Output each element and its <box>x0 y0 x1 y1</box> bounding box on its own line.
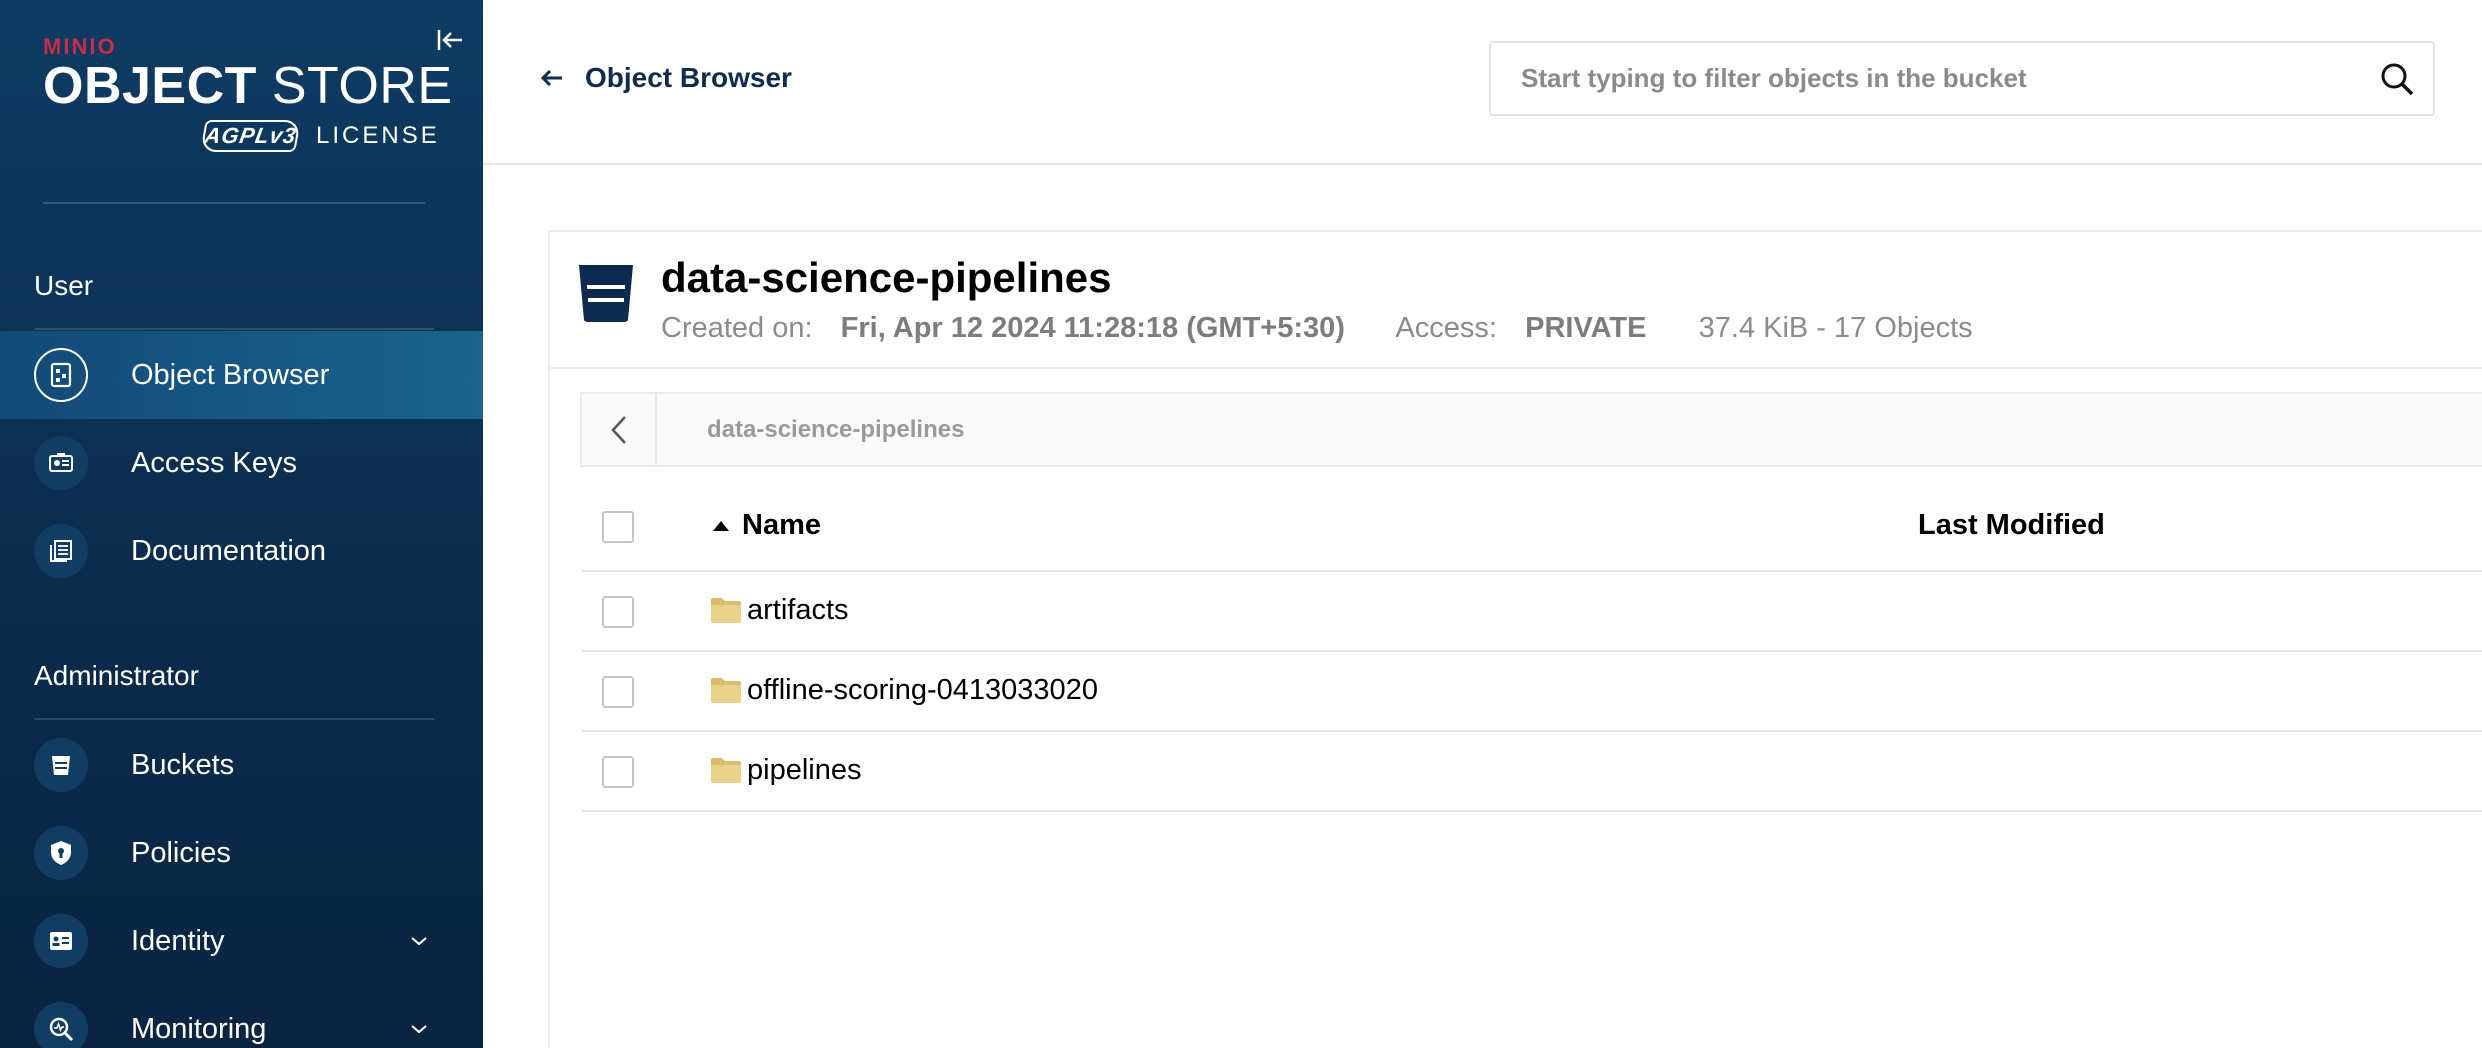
search-bar <box>1489 41 2435 116</box>
sidebar-item-label: Monitoring <box>131 1012 267 1045</box>
sidebar-item-label: Policies <box>131 836 231 869</box>
breadcrumb: data-science-pipelines <box>580 392 2482 467</box>
license-row: AGPLv3 LICENSE <box>200 120 440 152</box>
folder-icon <box>711 758 741 783</box>
section-divider <box>34 328 434 330</box>
page-title: Object Browser <box>585 62 792 93</box>
bucket-meta: Created on: Fri, Apr 12 2024 11:28:18 (G… <box>661 312 1973 345</box>
card-divider <box>550 367 2482 369</box>
page-header: Object Browser <box>483 0 2482 165</box>
access-label: Access: <box>1395 312 1497 344</box>
sidebar-divider <box>43 202 425 204</box>
identity-icon <box>34 914 88 968</box>
sidebar-item-label: Access Keys <box>131 446 297 479</box>
row-checkbox[interactable] <box>602 756 634 788</box>
sort-ascending-icon[interactable] <box>712 519 730 533</box>
collapse-sidebar-icon[interactable] <box>434 24 466 56</box>
column-header-last-modified[interactable]: Last Modified <box>1918 509 2105 542</box>
table-row[interactable]: artifacts <box>582 572 2482 652</box>
access-value: PRIVATE <box>1525 312 1647 344</box>
sidebar: MINIO OBJECT STORE AGPLv3 LICENSE User O… <box>0 0 483 1048</box>
sidebar-item-policies[interactable]: Policies <box>0 809 483 897</box>
policies-icon <box>34 826 88 880</box>
column-header-name[interactable]: Name <box>742 509 821 542</box>
sidebar-item-label: Object Browser <box>131 358 330 391</box>
folder-icon <box>711 598 741 623</box>
row-checkbox[interactable] <box>602 596 634 628</box>
created-value: Fri, Apr 12 2024 11:28:18 (GMT+5:30) <box>840 312 1345 344</box>
sidebar-item-label: Identity <box>131 924 225 957</box>
agpl-badge: AGPLv3 <box>200 120 301 152</box>
chevron-down-icon[interactable] <box>404 926 434 956</box>
table-header: Name Last Modified <box>582 482 2482 572</box>
sidebar-item-buckets[interactable]: Buckets <box>0 721 483 809</box>
folder-icon <box>711 678 741 703</box>
sidebar-item-label: Documentation <box>131 534 327 567</box>
table-row[interactable]: pipelines <box>582 732 2482 812</box>
search-icon[interactable] <box>2377 59 2417 99</box>
breadcrumb-path[interactable]: data-science-pipelines <box>707 416 964 444</box>
objects-table: Name Last Modified artifacts offline-sco… <box>582 482 2482 812</box>
object-name[interactable]: offline-scoring-0413033020 <box>747 674 1098 707</box>
breadcrumb-back-button[interactable] <box>582 394 657 465</box>
row-checkbox[interactable] <box>602 676 634 708</box>
sidebar-item-object-browser[interactable]: Object Browser <box>0 331 483 419</box>
buckets-icon <box>34 738 88 792</box>
documentation-icon <box>34 524 88 578</box>
arrow-left-icon <box>540 69 562 87</box>
object-name[interactable]: artifacts <box>747 594 849 627</box>
section-title-administrator: Administrator <box>34 660 199 691</box>
object-name[interactable]: pipelines <box>747 754 861 787</box>
sidebar-item-label: Buckets <box>131 748 235 781</box>
sidebar-item-identity[interactable]: Identity <box>0 897 483 985</box>
sidebar-item-documentation[interactable]: Documentation <box>0 507 483 595</box>
monitoring-icon <box>34 1002 88 1048</box>
size-summary: 37.4 KiB - 17 Objects <box>1698 312 1973 344</box>
section-title-user: User <box>34 270 94 301</box>
bucket-panel: data-science-pipelines Created on: Fri, … <box>548 230 2482 1048</box>
bucket-icon <box>579 265 633 322</box>
section-divider <box>34 718 434 720</box>
select-all-checkbox[interactable] <box>602 511 634 543</box>
back-to-object-browser-link[interactable]: Object Browser <box>539 62 792 94</box>
table-row[interactable]: offline-scoring-0413033020 <box>582 652 2482 732</box>
access-keys-icon <box>34 436 88 490</box>
minio-logo: MINIO OBJECT STORE AGPLv3 LICENSE <box>43 34 453 154</box>
license-label: LICENSE <box>316 122 440 149</box>
logo-product: OBJECT STORE <box>43 57 453 115</box>
search-input[interactable] <box>1491 43 2377 114</box>
chevron-down-icon[interactable] <box>404 1014 434 1044</box>
sidebar-item-access-keys[interactable]: Access Keys <box>0 419 483 507</box>
sidebar-item-monitoring[interactable]: Monitoring <box>0 985 483 1048</box>
object-browser-icon <box>34 348 88 402</box>
created-label: Created on: <box>661 312 813 344</box>
chevron-left-icon <box>610 415 626 444</box>
bucket-name: data-science-pipelines <box>661 254 1112 301</box>
